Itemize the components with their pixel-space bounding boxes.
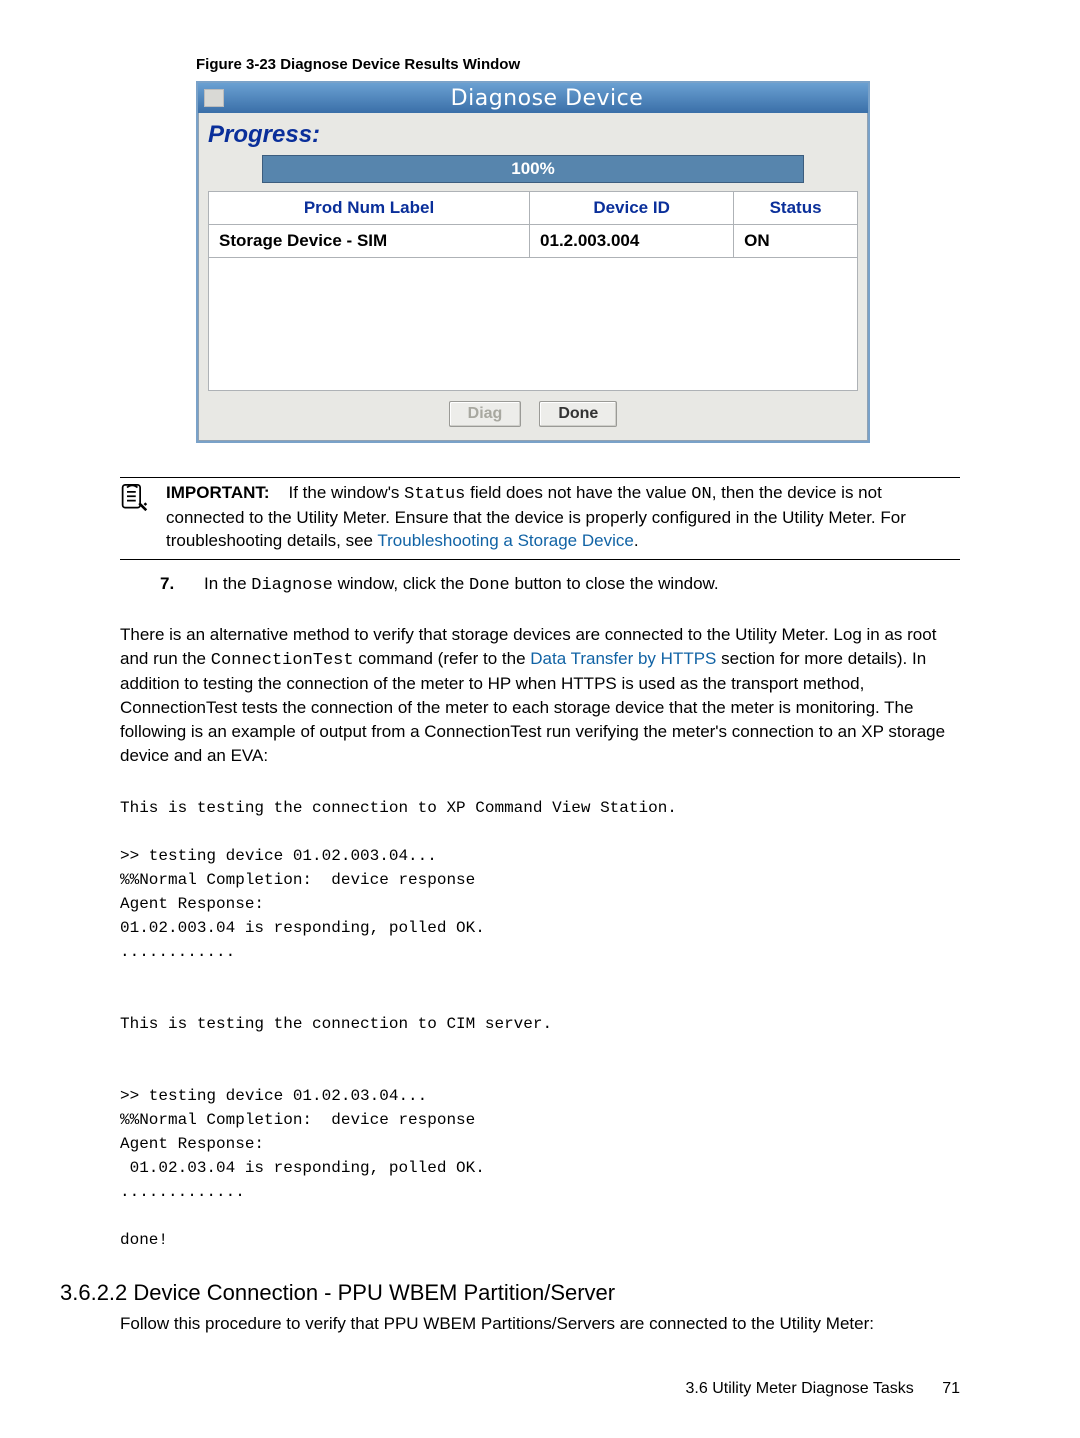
- code-connectiontest: ConnectionTest: [211, 651, 354, 670]
- text: .: [634, 531, 639, 550]
- dialog-title: Diagnose Device: [232, 86, 862, 111]
- progress-bar: 100%: [262, 155, 804, 183]
- section-body: Follow this procedure to verify that PPU…: [120, 1312, 960, 1336]
- text: window, click the: [333, 574, 469, 593]
- cell-device-id: 01.2.003.004: [530, 225, 734, 258]
- progress-label: Progress:: [208, 121, 858, 149]
- alt-method-paragraph: There is an alternative method to verify…: [120, 623, 960, 768]
- figure-caption: Figure 3-23 Diagnose Device Results Wind…: [196, 56, 960, 73]
- code-done: Done: [469, 576, 510, 595]
- data-transfer-link[interactable]: Data Transfer by HTTPS: [530, 649, 716, 668]
- col-prod-num-label: Prod Num Label: [209, 192, 530, 225]
- table-row: Storage Device - SIM 01.2.003.004 ON: [209, 225, 858, 258]
- section-heading: 3.6.2.2 Device Connection - PPU WBEM Par…: [60, 1280, 960, 1306]
- diagnose-device-dialog: Diagnose Device Progress: 100% Prod Num …: [196, 81, 870, 443]
- code-status: Status: [404, 485, 465, 504]
- troubleshooting-link[interactable]: Troubleshooting a Storage Device: [377, 531, 633, 550]
- text: command (refer to the: [354, 649, 531, 668]
- step-7: 7. In the Diagnose window, click the Don…: [160, 574, 960, 595]
- important-label: IMPORTANT:: [166, 483, 270, 502]
- page-number: 71: [942, 1380, 960, 1397]
- col-status: Status: [734, 192, 858, 225]
- divider: [120, 559, 960, 560]
- important-note: IMPORTANT: If the window's Status field …: [120, 482, 960, 553]
- divider: [120, 477, 960, 478]
- text: button to close the window.: [510, 574, 719, 593]
- console-output: This is testing the connection to XP Com…: [120, 796, 960, 1252]
- important-icon: [120, 482, 148, 553]
- dialog-titlebar: Diagnose Device: [198, 83, 868, 113]
- code-on: ON: [691, 485, 711, 504]
- cell-prod-label: Storage Device - SIM: [209, 225, 530, 258]
- footer-text: 3.6 Utility Meter Diagnose Tasks: [686, 1380, 914, 1397]
- table-empty-area: [209, 258, 858, 391]
- diag-button: Diag: [449, 401, 522, 427]
- page-footer: 3.6 Utility Meter Diagnose Tasks 71: [686, 1380, 961, 1398]
- cell-status: ON: [734, 225, 858, 258]
- system-menu-icon[interactable]: [204, 89, 224, 107]
- col-device-id: Device ID: [530, 192, 734, 225]
- text: field does not have the value: [465, 483, 691, 502]
- done-button[interactable]: Done: [539, 401, 617, 427]
- code-diagnose: Diagnose: [251, 576, 333, 595]
- step-number: 7.: [160, 574, 184, 595]
- results-table: Prod Num Label Device ID Status Storage …: [208, 191, 858, 391]
- text: In the: [204, 574, 251, 593]
- text: If the window's: [288, 483, 404, 502]
